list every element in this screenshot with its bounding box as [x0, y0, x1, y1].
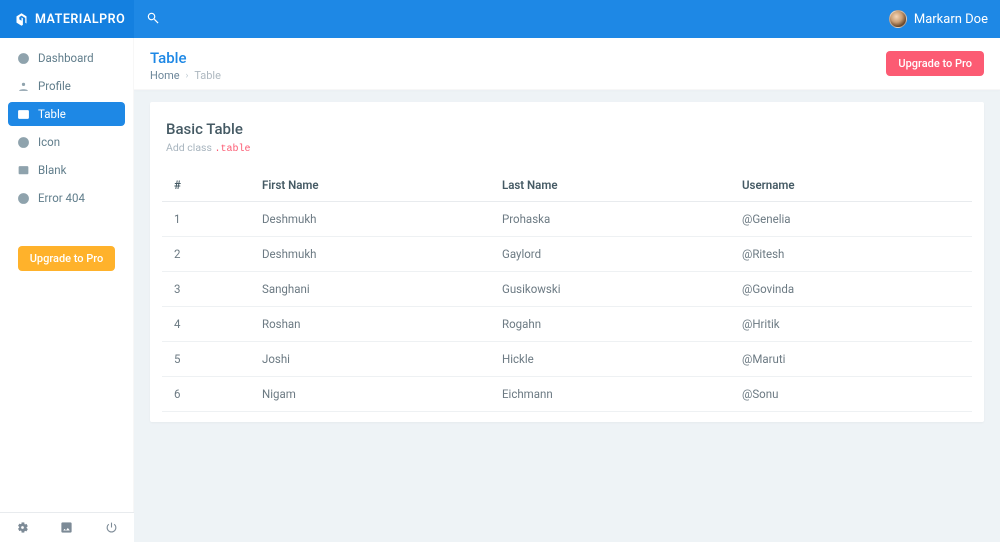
table-row: 3SanghaniGusikowski@Govinda [162, 272, 972, 307]
help-icon [16, 191, 30, 205]
search-icon[interactable] [146, 10, 160, 29]
basic-table-card: Basic Table Add class .table # First Nam… [150, 102, 984, 422]
sidebar-item-profile[interactable]: Profile [8, 74, 125, 98]
table-cell-first-name: Deshmukh [252, 202, 492, 237]
table-cell-last-name: Prohaska [492, 202, 732, 237]
table-row: 6NigamEichmann@Sonu [162, 377, 972, 412]
profile-icon [16, 79, 30, 93]
table-cell-id: 2 [162, 237, 252, 272]
table-header-last-name: Last Name [492, 169, 732, 202]
topbar: MATERIALPRO Markarn Doe [0, 0, 1000, 38]
sidebar-item-label: Table [38, 107, 66, 121]
sidebar: DashboardProfileTableIconBlankError 404 … [0, 38, 134, 542]
table-row: 2DeshmukhGaylord@Ritesh [162, 237, 972, 272]
card-subtitle-text: Add class [166, 141, 215, 154]
table-cell-first-name: Roshan [252, 307, 492, 342]
table-cell-username: @Genelia [732, 202, 972, 237]
table-cell-first-name: Nigam [252, 377, 492, 412]
brand-name: MATERIALPRO [35, 12, 125, 27]
app-root: { "brand": { "name": "MATERIALPRO" }, "u… [0, 0, 1000, 542]
sidebar-item-label: Dashboard [38, 51, 94, 65]
table-cell-id: 6 [162, 377, 252, 412]
table-cell-id: 5 [162, 342, 252, 377]
sidebar-item-error-404[interactable]: Error 404 [8, 186, 125, 210]
page-head-left: Table Home › Table [150, 45, 221, 82]
avatar [889, 10, 907, 28]
user-menu[interactable]: Markarn Doe [889, 10, 988, 28]
breadcrumb-home[interactable]: Home [150, 69, 180, 82]
brand-logo-icon [14, 12, 29, 27]
breadcrumb: Home › Table [150, 69, 221, 82]
table-cell-id: 4 [162, 307, 252, 342]
blank-icon [16, 163, 30, 177]
table-cell-last-name: Gaylord [492, 237, 732, 272]
page-head: Table Home › Table Upgrade to Pro [134, 38, 1000, 90]
table-icon [16, 107, 30, 121]
table-cell-first-name: Sanghani [252, 272, 492, 307]
table-header-first-name: First Name [252, 169, 492, 202]
upgrade-button-header[interactable]: Upgrade to Pro [886, 51, 984, 76]
table-cell-username: @Sonu [732, 377, 972, 412]
table-cell-last-name: Gusikowski [492, 272, 732, 307]
upgrade-button-sidebar[interactable]: Upgrade to Pro [18, 246, 116, 271]
sidebar-item-label: Profile [38, 79, 71, 93]
table-cell-last-name: Hickle [492, 342, 732, 377]
breadcrumb-current: Table [194, 69, 221, 82]
table-cell-first-name: Joshi [252, 342, 492, 377]
table-header-username: Username [732, 169, 972, 202]
sidebar-item-icon[interactable]: Icon [8, 130, 125, 154]
sidebar-item-blank[interactable]: Blank [8, 158, 125, 182]
table-cell-username: @Ritesh [732, 237, 972, 272]
dashboard-icon [16, 51, 30, 65]
brand[interactable]: MATERIALPRO [0, 0, 134, 38]
table-body: 1DeshmukhProhaska@Genelia2DeshmukhGaylor… [162, 202, 972, 412]
table-cell-username: @Maruti [732, 342, 972, 377]
table-row: 5JoshiHickle@Maruti [162, 342, 972, 377]
card-subtitle: Add class .table [162, 141, 972, 155]
sidebar-item-table[interactable]: Table [8, 102, 125, 126]
card-subtitle-code: .table [215, 144, 251, 155]
table-cell-username: @Govinda [732, 272, 972, 307]
user-name: Markarn Doe [914, 12, 988, 27]
sidebar-footer [0, 512, 134, 542]
content: Basic Table Add class .table # First Nam… [134, 90, 1000, 542]
body: DashboardProfileTableIconBlankError 404 … [0, 38, 1000, 542]
power-icon[interactable] [105, 521, 119, 535]
breadcrumb-separator-icon: › [186, 71, 189, 81]
sidebar-item-dashboard[interactable]: Dashboard [8, 46, 125, 70]
table-cell-first-name: Deshmukh [252, 237, 492, 272]
card-title: Basic Table [162, 120, 972, 138]
page-title: Table [150, 49, 221, 67]
sidebar-item-label: Error 404 [38, 191, 85, 205]
sidebar-item-label: Icon [38, 135, 60, 149]
settings-icon[interactable] [15, 521, 29, 535]
sidebar-item-label: Blank [38, 163, 66, 177]
table-header-row: # First Name Last Name Username [162, 169, 972, 202]
table-cell-last-name: Eichmann [492, 377, 732, 412]
table-header-id: # [162, 169, 252, 202]
smile-icon [16, 135, 30, 149]
table-row: 4RoshanRogahn@Hritik [162, 307, 972, 342]
image-icon[interactable] [60, 521, 74, 535]
basic-table: # First Name Last Name Username 1Deshmuk… [162, 169, 972, 412]
table-cell-id: 3 [162, 272, 252, 307]
main: Table Home › Table Upgrade to Pro Basic … [134, 38, 1000, 542]
table-cell-id: 1 [162, 202, 252, 237]
sidebar-nav: Dashboard Profile Table Icon Blank Error 404 [0, 38, 133, 218]
table-cell-username: @Hritik [732, 307, 972, 342]
table-cell-last-name: Rogahn [492, 307, 732, 342]
table-row: 1DeshmukhProhaska@Genelia [162, 202, 972, 237]
